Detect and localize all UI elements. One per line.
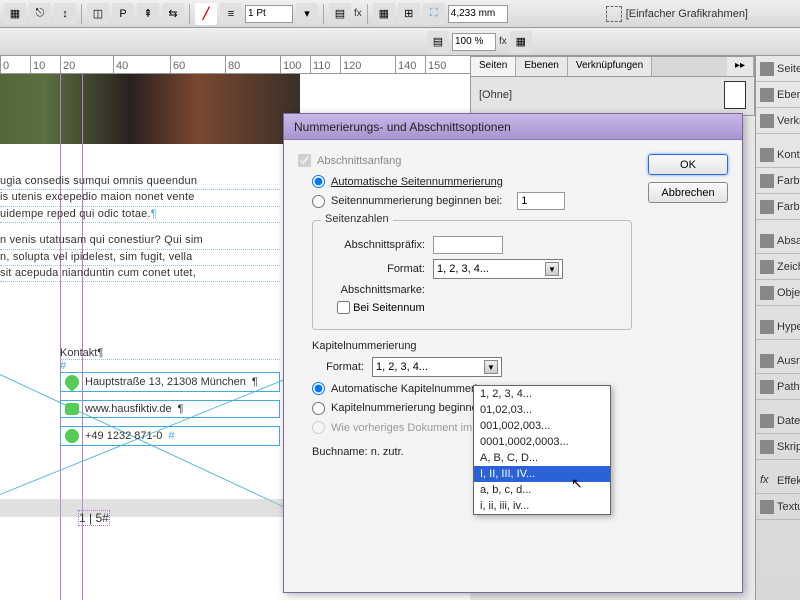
panel-absatz[interactable]: Absat — [756, 228, 800, 254]
page-begin-field[interactable] — [517, 192, 565, 210]
panel-tabs: Seiten Ebenen Verknüpfungen ▸▸ — [471, 57, 754, 77]
chapter-format-combo[interactable]: 1, 2, 3, 4...▼ — [372, 357, 502, 377]
contact-row: +49 1232 871-0# — [60, 426, 280, 446]
page-begin-radio[interactable] — [312, 195, 325, 208]
panel-ebenen[interactable]: Ebene — [756, 82, 800, 108]
page-numbers-fieldset: Seitenzahlen Abschnittspräfix: Format: 1… — [312, 220, 632, 330]
frame-icon — [606, 6, 622, 22]
toolbar-2: ▤ fx ▦ — [0, 28, 800, 56]
format-label: Format: — [323, 263, 433, 275]
master-none[interactable]: [Ohne] — [479, 89, 512, 101]
page-thumb[interactable] — [724, 81, 746, 109]
tab-ebenen[interactable]: Ebenen — [516, 57, 567, 76]
prev-doc-radio — [312, 421, 325, 434]
panel-textum[interactable]: Textu — [756, 494, 800, 520]
opacity-field[interactable] — [452, 33, 496, 51]
auto-page-radio[interactable] — [312, 175, 325, 188]
contact-row: www.hausfiktiv.de¶ — [60, 400, 280, 418]
prefix-label: Abschnittspräfix: — [323, 239, 433, 251]
panel-pathfinder[interactable]: Pathfi — [756, 374, 800, 400]
dropdown-option-selected[interactable]: I, II, III, IV... — [474, 466, 610, 482]
body-text: ugia consedis sumqui omnis queendun is u… — [0, 174, 280, 282]
dropdown-option[interactable]: i, ii, iii, iv... — [474, 498, 610, 514]
tool-icon[interactable]: ▤ — [329, 3, 351, 25]
panel-farbe[interactable]: Farbe — [756, 194, 800, 220]
tool-icon[interactable]: ▦ — [4, 3, 26, 25]
frame-type: [Einfacher Grafikrahmen] — [606, 6, 748, 22]
section-start-label: Abschnittsanfang — [317, 155, 401, 167]
crop-icon[interactable]: ⛶ — [423, 3, 445, 25]
chapter-begin-radio[interactable] — [312, 402, 325, 415]
pages-panel[interactable]: Seiten Ebenen Verknüpfungen ▸▸ [Ohne] — [470, 56, 755, 116]
panel-verkn[interactable]: Verkn — [756, 108, 800, 134]
dialog-title: Nummerierungs- und Abschnittsoptionen — [284, 114, 742, 140]
format-combo[interactable]: 1, 2, 3, 4...▼ — [433, 259, 563, 279]
placed-image — [0, 74, 300, 144]
chap-format-label: Format: — [312, 361, 372, 373]
tool-icon[interactable]: ▤ — [427, 31, 449, 53]
chevron-down-icon[interactable]: ▼ — [545, 262, 559, 276]
panel-dock: Seite Ebene Verkn Kontu Farbf Farbe Absa… — [755, 56, 800, 600]
ok-button[interactable]: OK — [648, 154, 728, 175]
dropdown-option[interactable]: 1, 2, 3, 4... — [474, 386, 610, 402]
chat-icon — [65, 403, 79, 415]
panel-menu-icon[interactable]: ▸▸ — [727, 57, 754, 76]
tab-verknuepfungen[interactable]: Verknüpfungen — [568, 57, 652, 76]
chapter-section-label: Kapitelnummerierung — [312, 340, 728, 352]
stroke-weight-field[interactable] — [245, 5, 293, 23]
tool-icon[interactable]: ⊞ — [398, 3, 420, 25]
tool-icon[interactable]: ≡ — [220, 3, 242, 25]
panel-skript[interactable]: Skript — [756, 434, 800, 460]
tab-seiten[interactable]: Seiten — [471, 57, 516, 76]
panel-kontur[interactable]: Kontu — [756, 142, 800, 168]
panel-zeichen[interactable]: Zeich — [756, 254, 800, 280]
auto-chapter-radio[interactable] — [312, 382, 325, 395]
chevron-down-icon[interactable]: ▼ — [484, 360, 498, 374]
on-pages-checkbox[interactable] — [337, 301, 350, 314]
contact-block: Kontakt¶ # Hauptstraße 13, 21308 München… — [60, 344, 280, 446]
dropdown-option[interactable]: 01,02,03... — [474, 402, 610, 418]
frame-label-text: [Einfacher Grafikrahmen] — [626, 8, 748, 20]
measure-field[interactable] — [448, 5, 508, 23]
tool-icon[interactable]: ◫ — [87, 3, 109, 25]
tool-icon[interactable]: ▾ — [296, 3, 318, 25]
panel-daten[interactable]: Daten — [756, 408, 800, 434]
panel-ausrichten[interactable]: Ausric — [756, 348, 800, 374]
dropdown-option[interactable]: a, b, c, d... — [474, 482, 610, 498]
tool-icon[interactable]: ↕ — [54, 3, 76, 25]
numbering-options-dialog: Nummerierungs- und Abschnittsoptionen OK… — [283, 113, 743, 593]
pin-icon — [62, 372, 82, 392]
cancel-button[interactable]: Abbrechen — [648, 182, 728, 203]
guide[interactable] — [60, 74, 61, 600]
on-pages-label: Bei Seitennum — [353, 302, 425, 314]
prefix-field[interactable] — [433, 236, 503, 254]
dropdown-option[interactable]: 001,002,003... — [474, 418, 610, 434]
auto-page-label: Automatische Seitennummerierung — [331, 176, 503, 188]
panel-farbfelder[interactable]: Farbf — [756, 168, 800, 194]
dropdown-option[interactable]: A, B, C, D... — [474, 450, 610, 466]
dropdown-option[interactable]: 0001,0002,0003... — [474, 434, 610, 450]
tool-icon[interactable]: P — [112, 3, 134, 25]
panel-effekte[interactable]: fxEffek — [756, 468, 800, 494]
stroke-none-icon[interactable]: ╱ — [195, 3, 217, 25]
contact-heading: Kontakt — [60, 347, 97, 359]
page-number: 1 | 5# — [78, 510, 110, 526]
tool-icon[interactable]: ▦ — [510, 31, 532, 53]
tool-icon[interactable]: ⎋ — [29, 3, 51, 25]
contact-row: Hauptstraße 13, 21308 München¶ — [60, 372, 280, 392]
section-start-checkbox — [298, 154, 311, 167]
marker-label: Abschnittsmarke: — [323, 284, 433, 296]
panel-seiten[interactable]: Seite — [756, 56, 800, 82]
toolbar-1: ▦ ⎋ ↕ ◫ P ⇞ ⇆ ╱ ≡ ▾ ▤ fx ▦ ⊞ ⛶ [Einfache… — [0, 0, 800, 28]
tool-icon[interactable]: ⇆ — [162, 3, 184, 25]
globe-icon — [65, 429, 79, 443]
fieldset-legend: Seitenzahlen — [321, 213, 393, 225]
panel-hyperlinks[interactable]: Hyper — [756, 314, 800, 340]
tool-icon[interactable]: ⇞ — [137, 3, 159, 25]
format-dropdown: 1, 2, 3, 4... 01,02,03... 001,002,003...… — [473, 385, 611, 515]
tool-icon[interactable]: ▦ — [373, 3, 395, 25]
page-begin-label: Seitennummerierung beginnen bei: — [331, 195, 502, 207]
panel-objekt[interactable]: Objek — [756, 280, 800, 306]
